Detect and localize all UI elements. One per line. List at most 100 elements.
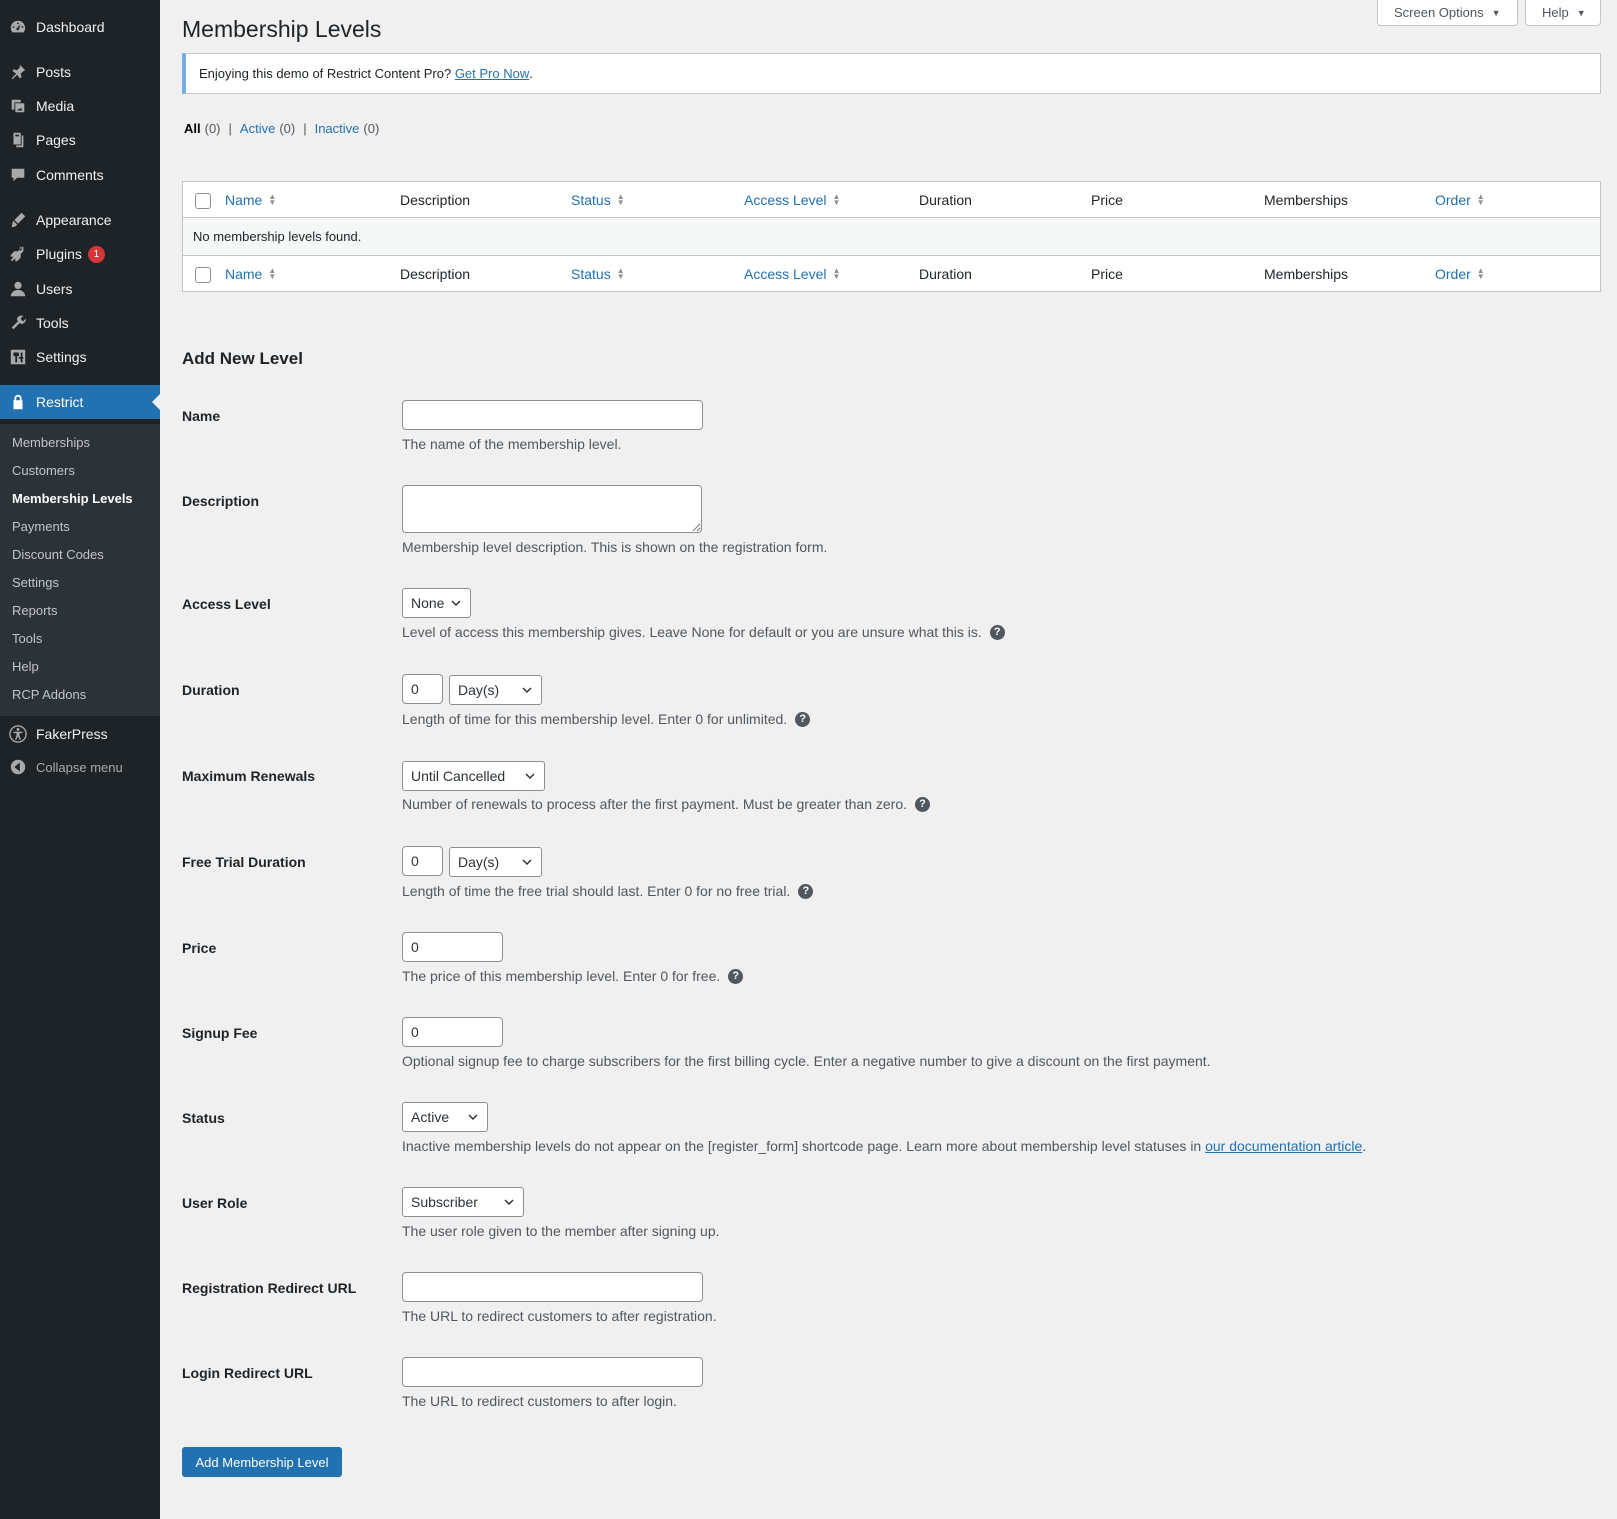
- sidebar-item-pages[interactable]: Pages: [0, 123, 160, 157]
- duration-unit-select[interactable]: Day(s): [449, 675, 542, 705]
- submenu-item-reports[interactable]: Reports: [12, 600, 58, 622]
- column-memberships: Memberships: [1264, 266, 1349, 282]
- get-pro-link[interactable]: Get Pro Now: [455, 66, 529, 81]
- filter-all[interactable]: All: [184, 121, 201, 136]
- table-empty-row: No membership levels found.: [183, 218, 1600, 255]
- submenu-item-help[interactable]: Help: [12, 656, 39, 678]
- signup-fee-label: Signup Fee: [182, 1025, 258, 1041]
- user-role-help: The user role given to the member after …: [402, 1223, 720, 1239]
- select-all-checkbox[interactable]: [195, 267, 211, 283]
- submenu-item-settings[interactable]: Settings: [12, 572, 59, 594]
- sidebar-item-plugins[interactable]: Plugins 1: [0, 237, 160, 271]
- column-order[interactable]: Order ▲ ▼: [1435, 182, 1485, 218]
- column-status[interactable]: Status ▲ ▼: [571, 182, 625, 218]
- sidebar-item-restrict[interactable]: Restrict: [0, 385, 160, 419]
- sidebar-item-settings[interactable]: Settings: [0, 340, 160, 374]
- user-role-select[interactable]: Subscriber: [402, 1187, 524, 1217]
- sort-icon: ▲ ▼: [616, 266, 625, 281]
- help-icon[interactable]: ?: [795, 711, 811, 727]
- column-price: Price: [1091, 266, 1123, 282]
- sidebar-item-appearance[interactable]: Appearance: [0, 203, 160, 237]
- help-icon[interactable]: ?: [798, 883, 814, 899]
- trial-label: Free Trial Duration: [182, 854, 306, 870]
- sidebar-item-posts[interactable]: Posts: [0, 55, 160, 89]
- column-name-label: Name: [225, 192, 263, 208]
- column-access-level-label: Access Level: [744, 266, 827, 282]
- sidebar-item-fakerpress[interactable]: FakerPress: [0, 717, 160, 751]
- select-all-checkbox[interactable]: [195, 193, 211, 209]
- name-input[interactable]: [402, 400, 703, 430]
- filter-active[interactable]: Active: [240, 121, 275, 136]
- column-access-level[interactable]: Access Level ▲ ▼: [744, 256, 840, 292]
- sidebar-item-comments[interactable]: Comments: [0, 158, 160, 192]
- name-label: Name: [182, 408, 221, 424]
- sidebar-item-media[interactable]: Media: [0, 89, 160, 123]
- media-icon: [0, 97, 36, 115]
- notice-text: Enjoying this demo of Restrict Content P…: [199, 66, 452, 81]
- sidebar-item-tools[interactable]: Tools: [0, 306, 160, 340]
- signup-fee-input[interactable]: [402, 1017, 503, 1047]
- submenu-item-customers[interactable]: Customers: [12, 460, 75, 482]
- column-status[interactable]: Status ▲ ▼: [571, 256, 625, 292]
- registration-redirect-input[interactable]: [402, 1272, 703, 1302]
- filter-inactive[interactable]: Inactive: [315, 121, 360, 136]
- pin-icon: [0, 63, 36, 81]
- help-icon[interactable]: ?: [989, 624, 1005, 640]
- dashboard-icon: [0, 18, 36, 36]
- status-help-suffix: .: [1362, 1138, 1367, 1154]
- duration-input[interactable]: [402, 674, 443, 704]
- submenu-item-membership-levels[interactable]: Membership Levels: [12, 488, 133, 510]
- submenu-item-memberships[interactable]: Memberships: [12, 432, 90, 454]
- price-input[interactable]: [402, 932, 503, 962]
- brush-icon: [0, 211, 36, 229]
- help-button[interactable]: Help ▼: [1525, 0, 1601, 26]
- name-description: The name of the membership level.: [402, 436, 622, 452]
- trial-unit-select[interactable]: Day(s): [449, 847, 542, 877]
- column-name[interactable]: Name ▲ ▼: [225, 256, 276, 292]
- column-order[interactable]: Order ▲ ▼: [1435, 256, 1485, 292]
- column-name[interactable]: Name ▲ ▼: [225, 182, 276, 218]
- trial-duration-input[interactable]: [402, 846, 443, 876]
- submenu-item-payments[interactable]: Payments: [12, 516, 70, 538]
- chevron-down-icon: [451, 600, 461, 607]
- access-level-help-text: Level of access this membership gives. L…: [402, 624, 982, 640]
- add-membership-level-button[interactable]: Add Membership Level: [182, 1447, 342, 1477]
- login-redirect-help: The URL to redirect customers to after l…: [402, 1393, 677, 1409]
- help-icon[interactable]: ?: [915, 796, 931, 812]
- max-renewals-select[interactable]: Until Cancelled: [402, 761, 545, 791]
- sidebar-item-dashboard[interactable]: Dashboard: [0, 10, 160, 44]
- submenu-item-tools[interactable]: Tools: [12, 628, 42, 650]
- screen-options-button[interactable]: Screen Options ▼: [1377, 0, 1518, 26]
- filter-separator: |: [228, 121, 232, 136]
- description-textarea[interactable]: [402, 485, 702, 533]
- restrict-submenu: Memberships Customers Membership Levels …: [0, 424, 160, 716]
- description-help: Membership level description. This is sh…: [402, 539, 828, 555]
- access-level-select[interactable]: None: [402, 588, 471, 618]
- submenu-item-rcp-addons[interactable]: RCP Addons: [12, 684, 86, 706]
- membership-levels-table: Name ▲ ▼ Description Status ▲ ▼ Access Level…: [182, 181, 1601, 292]
- user-role-value: Subscriber: [411, 1194, 478, 1210]
- column-access-level[interactable]: Access Level ▲ ▼: [744, 182, 840, 218]
- chevron-down-icon: [522, 859, 532, 866]
- sidebar-item-label: Collapse menu: [36, 759, 123, 775]
- collapse-menu-button[interactable]: Collapse menu: [0, 750, 160, 784]
- max-renewals-value: Until Cancelled: [411, 768, 506, 784]
- sidebar-item-users[interactable]: Users: [0, 272, 160, 306]
- help-icon[interactable]: ?: [728, 968, 744, 984]
- column-status-label: Status: [571, 192, 611, 208]
- column-order-label: Order: [1435, 192, 1471, 208]
- sidebar-item-label: Dashboard: [36, 19, 105, 35]
- documentation-link[interactable]: our documentation article: [1205, 1138, 1362, 1154]
- trial-help-text: Length of time the free trial should las…: [402, 883, 791, 899]
- update-count-badge: 1: [87, 245, 105, 263]
- duration-label: Duration: [182, 682, 240, 698]
- chevron-down-icon: [468, 1114, 478, 1121]
- price-help-text: The price of this membership level. Ente…: [402, 968, 721, 984]
- status-select[interactable]: Active: [402, 1102, 488, 1132]
- submenu-item-discount-codes[interactable]: Discount Codes: [12, 544, 104, 566]
- filter-separator: |: [303, 121, 307, 136]
- sort-icon: ▲ ▼: [1476, 266, 1485, 281]
- reg-redirect-label: Registration Redirect URL: [182, 1280, 357, 1296]
- login-redirect-input[interactable]: [402, 1357, 703, 1387]
- status-value: Active: [411, 1109, 450, 1125]
